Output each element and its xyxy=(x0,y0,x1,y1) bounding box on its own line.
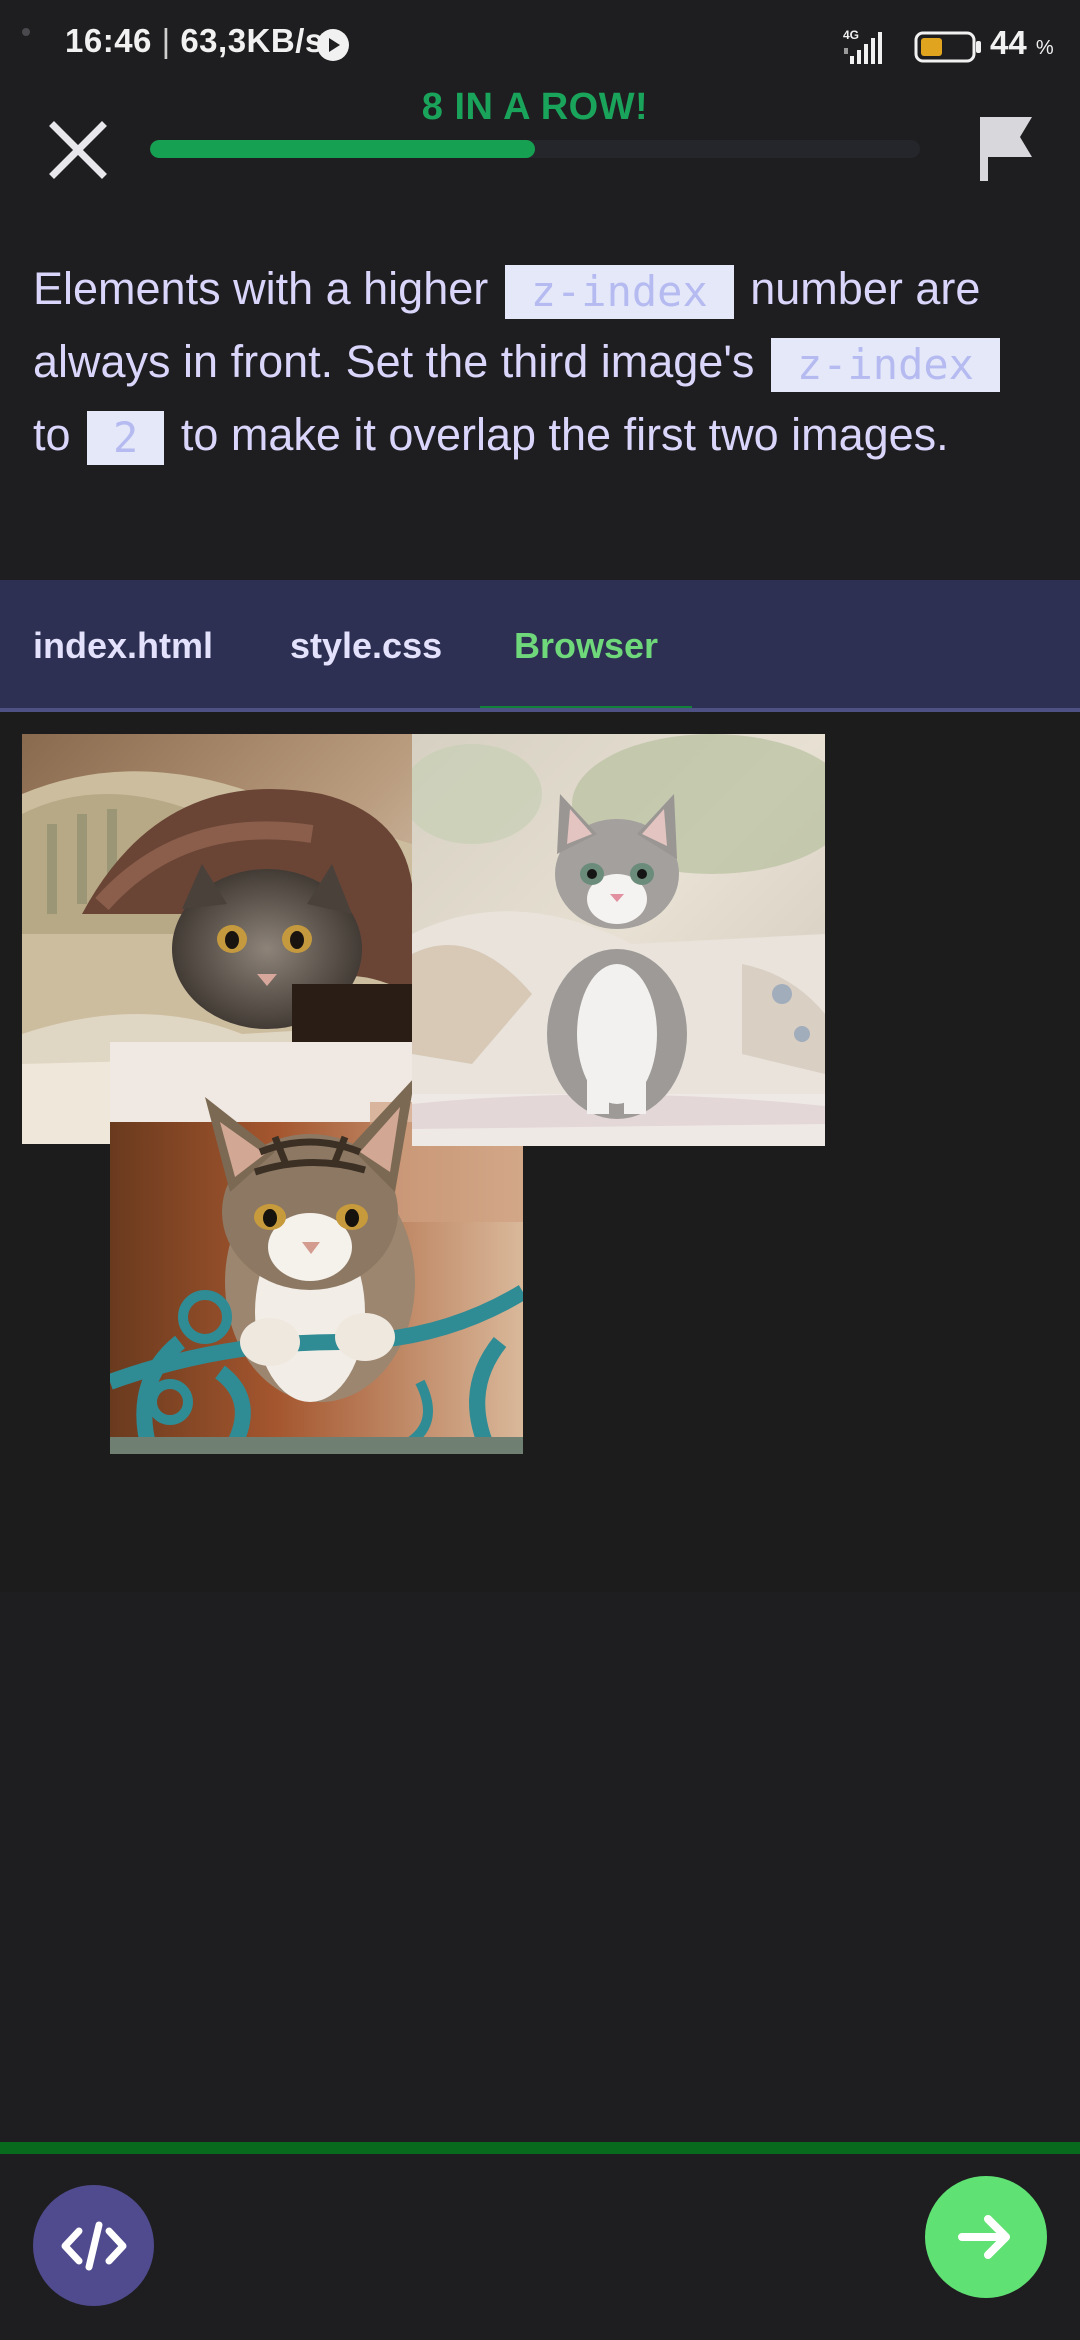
kitten-image-2 xyxy=(412,734,825,1146)
close-button[interactable] xyxy=(38,110,118,190)
play-icon xyxy=(317,29,349,61)
tab-index-html[interactable]: index.html xyxy=(33,580,213,712)
screen: 16:46 | 63,3KB/s 4G 44 % 8 IN A ROW! Ele… xyxy=(0,0,1080,2340)
battery-unit: % xyxy=(1035,37,1054,59)
tab-browser[interactable]: Browser xyxy=(480,580,692,712)
tab-style-css[interactable]: style.css xyxy=(290,580,442,712)
instruction-text-1: Elements with a higher xyxy=(33,263,501,314)
flag-icon xyxy=(980,117,1032,181)
editor-tabs: index.html style.css Browser xyxy=(0,580,1080,712)
streak-label: 8 IN A ROW! xyxy=(421,86,649,128)
arrow-right-icon xyxy=(958,2215,1010,2259)
progress-bar xyxy=(150,140,920,158)
browser-preview xyxy=(0,712,1080,1592)
battery-icon xyxy=(914,31,981,63)
network-type-label: 4G xyxy=(843,28,859,42)
close-icon xyxy=(49,121,107,179)
clock: 16:46 xyxy=(65,22,152,59)
code-icon xyxy=(61,2221,126,2270)
signal-icon: 4G xyxy=(843,28,882,64)
code-button[interactable] xyxy=(33,2185,154,2306)
lesson-header: 8 IN A ROW! xyxy=(0,80,1080,210)
status-time-speed: 16:46 | 63,3KB/s xyxy=(65,22,324,60)
status-bar: 16:46 | 63,3KB/s 4G 44 % xyxy=(0,0,1080,80)
lesson-instructions: Elements with a higher z-index number ar… xyxy=(33,252,1043,471)
battery-percentage: 44 % xyxy=(990,24,1054,62)
bottom-progress-line xyxy=(0,2142,1080,2154)
network-speed: 63,3KB/s xyxy=(180,22,324,59)
code-chip-value: 2 xyxy=(87,411,165,466)
instruction-text-3: to xyxy=(33,409,84,460)
report-flag-button[interactable] xyxy=(966,108,1046,188)
notification-dot xyxy=(22,28,30,36)
progress-fill xyxy=(150,140,535,158)
status-separator: | xyxy=(151,22,181,59)
code-chip-z-index-2: z-index xyxy=(770,338,1000,393)
next-button[interactable] xyxy=(925,2176,1047,2298)
battery-value: 44 xyxy=(990,24,1027,61)
code-chip-z-index: z-index xyxy=(504,265,734,320)
instruction-text-4: to make it overlap the first two images. xyxy=(168,409,949,460)
